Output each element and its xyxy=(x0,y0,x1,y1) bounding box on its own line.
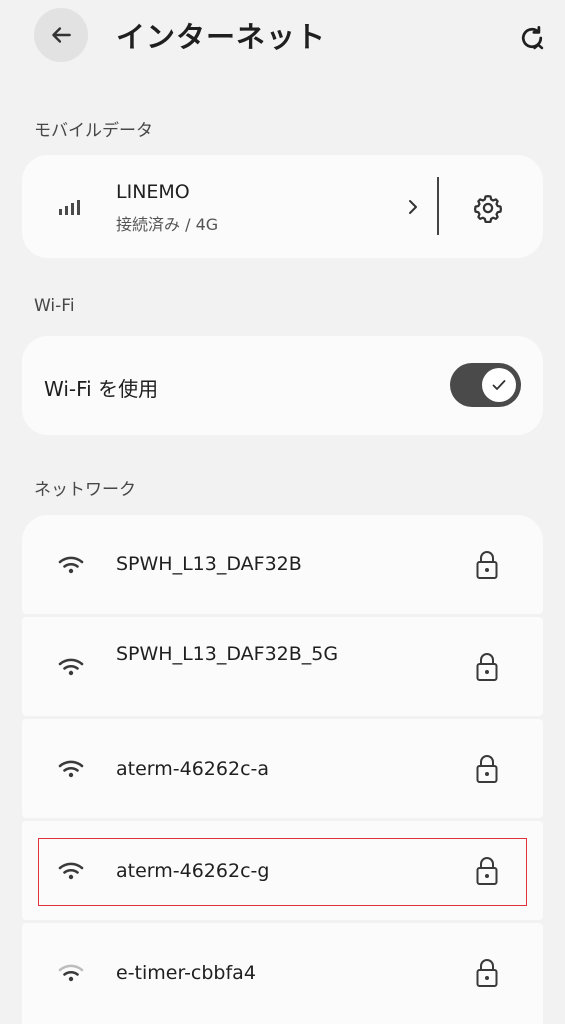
back-arrow-icon xyxy=(52,27,71,43)
wifi-signal-icon xyxy=(58,861,84,885)
divider xyxy=(437,177,439,235)
chevron-right-icon xyxy=(409,200,417,214)
network-name: SPWH_L13_DAF32B xyxy=(116,553,302,575)
lock-icon xyxy=(474,855,500,891)
network-row[interactable]: SPWH_L13_DAF32B_5G xyxy=(22,617,543,716)
refresh-icon xyxy=(521,26,544,50)
network-name: e-timer-cbbfa4 xyxy=(116,962,256,984)
network-row[interactable]: e-timer-cbbfa4 xyxy=(22,923,543,1024)
wifi-signal-icon xyxy=(58,759,84,783)
wifi-signal-icon xyxy=(58,555,84,579)
networks-section-label: ネットワーク xyxy=(34,480,136,500)
network-name: aterm-46262c-g xyxy=(116,860,270,882)
network-row[interactable]: aterm-46262c-a xyxy=(22,719,543,818)
lock-icon xyxy=(474,957,500,993)
wifi-signal-icon xyxy=(58,657,84,681)
wifi-signal-icon xyxy=(58,963,84,987)
refresh-button[interactable] xyxy=(514,20,550,56)
top-app-bar: インターネット xyxy=(0,0,565,72)
toggle-knob xyxy=(482,368,516,402)
network-row[interactable]: aterm-46262c-g xyxy=(22,821,543,920)
check-icon xyxy=(492,380,506,390)
mobile-network-card[interactable] xyxy=(22,155,543,258)
wifi-toggle-switch[interactable] xyxy=(450,363,521,407)
gear-icon xyxy=(474,195,502,223)
network-row[interactable]: SPWH_L13_DAF32B xyxy=(22,515,543,614)
carrier-name: LINEMO xyxy=(116,181,190,203)
back-button[interactable] xyxy=(34,8,88,62)
lock-icon xyxy=(474,549,500,585)
network-name: aterm-46262c-a xyxy=(116,758,270,780)
carrier-status: 接続済み / 4G xyxy=(116,215,219,234)
lock-icon xyxy=(474,651,500,687)
network-name: SPWH_L13_DAF32B_5G xyxy=(116,643,339,665)
wifi-toggle-label: Wi-Fi を使用 xyxy=(44,377,159,401)
lock-icon xyxy=(474,753,500,789)
mobile-data-section-label: モバイルデータ xyxy=(34,121,153,141)
page-title: インターネット xyxy=(116,20,327,54)
wifi-section-label: Wi-Fi xyxy=(34,296,75,316)
mobile-network-settings-button[interactable] xyxy=(468,188,508,228)
mobile-network-details-button[interactable] xyxy=(398,192,428,222)
cell-signal-icon xyxy=(58,197,84,219)
